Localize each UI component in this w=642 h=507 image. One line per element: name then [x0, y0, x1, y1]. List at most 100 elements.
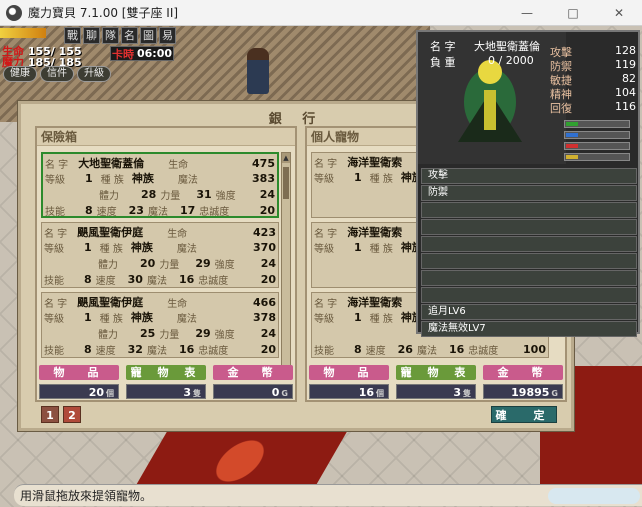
battle-icon[interactable]: 戰 — [64, 27, 81, 44]
skill-value: 8 — [84, 272, 92, 286]
str-label: 力量 — [159, 329, 180, 341]
name-label: 名 字 — [45, 159, 69, 171]
safe-pet-card[interactable]: 名 字颶風聖衛伊庭 生命 423 等級 1 種 族神族 魔法 370 體力 20 力量 29 強度 2… — [41, 222, 279, 288]
trade-icon[interactable]: 易 — [159, 27, 176, 44]
team-icon[interactable]: 隊 — [102, 27, 119, 44]
race-value: 神族 — [130, 311, 153, 324]
loyal-value: 20 — [259, 203, 275, 217]
gold-amount-value: 0 — [271, 386, 280, 399]
race-label: 種 族 — [99, 313, 123, 325]
page-2-button[interactable]: 2 — [63, 406, 81, 423]
items-tab[interactable]: 物 品 — [309, 365, 389, 380]
mp-value: 383 — [252, 171, 275, 185]
scroll-up-icon[interactable]: ▲ — [282, 153, 290, 163]
pet-name: 颶風聖衛伊庭 — [77, 296, 144, 309]
detail-weight: 0 / 2000 — [488, 54, 534, 67]
title-bar: 魔力寶貝 7.1.00 [雙子座 II] — □ ✕ — [0, 0, 642, 26]
gold-tab[interactable]: 金 幣 — [213, 365, 293, 380]
level-value: 1 — [354, 170, 362, 184]
pet-name: 大地聖衛蓋倫 — [78, 157, 145, 170]
chat-icon[interactable]: 聊 — [83, 27, 100, 44]
wind-bar — [564, 153, 630, 161]
items-tab[interactable]: 物 品 — [39, 365, 119, 380]
mag-value: 16 — [178, 272, 195, 286]
skill-slot[interactable] — [421, 219, 637, 235]
card-icon[interactable]: 名 — [121, 27, 138, 44]
stat-name: 精神 — [550, 88, 572, 101]
spd-value: 30 — [127, 272, 143, 286]
stat-name: 攻擊 — [550, 46, 572, 59]
name-label: 名 字 — [314, 228, 338, 240]
name-label: 名 字 — [314, 158, 338, 170]
skill-slot[interactable] — [421, 253, 637, 269]
skill-slot[interactable] — [421, 202, 637, 218]
loyal-value: 100 — [523, 342, 546, 356]
mp-value: 370 — [253, 240, 276, 254]
pet-detail-panel: 名 字 大地聖衛蓋倫 負 重 0 / 2000 攻擊 128 防禦 119 敏捷 82… — [416, 30, 640, 337]
fire-bar — [564, 142, 630, 150]
spd-label: 速度 — [96, 206, 117, 218]
pet-name: 海洋聖衛索 — [347, 226, 403, 239]
tgh-value: 24 — [260, 256, 276, 270]
race-value: 神族 — [131, 172, 154, 185]
hp-value: 423 — [253, 225, 276, 239]
maximize-button[interactable]: □ — [550, 0, 596, 26]
spd-label: 速度 — [365, 345, 386, 357]
npc-figure[interactable] — [247, 48, 269, 94]
str-value: 29 — [195, 326, 211, 340]
items-count: 16 個 — [309, 384, 389, 399]
str-label: 力量 — [160, 190, 181, 202]
stat-recovery: 回復 116 — [550, 100, 636, 115]
tgh-value: 24 — [260, 326, 276, 340]
pets-count-unit: 隻 — [193, 389, 201, 398]
safe-box-header: 保險箱 — [37, 128, 295, 146]
safe-scrollbar[interactable]: ▲ ▼ — [281, 152, 291, 380]
skill-slot[interactable]: 追月LV6 — [421, 304, 637, 320]
loyal-label: 忠誠度 — [468, 345, 499, 357]
skill-slot[interactable]: 攻擊 — [421, 168, 637, 184]
confirm-button[interactable]: 確 定 — [491, 406, 557, 423]
chat-input-oval[interactable] — [548, 488, 640, 504]
skill-value: 8 — [85, 203, 93, 217]
clock-value: 06:00 — [136, 47, 172, 60]
pets-tab[interactable]: 寵 物 表 — [396, 365, 476, 380]
map-icon[interactable]: 圖 — [140, 27, 157, 44]
loyal-value: 20 — [260, 272, 276, 286]
skill-label: 技能 — [44, 275, 64, 287]
race-label: 種 族 — [369, 313, 393, 325]
spd-label: 速度 — [95, 345, 116, 357]
tgh-value: 24 — [259, 187, 275, 201]
mag-value: 16 — [178, 342, 195, 356]
gold-tab[interactable]: 金 幣 — [483, 365, 563, 380]
safe-pet-card[interactable]: 名 字大地聖衛蓋倫 生命 475 等級 1 種 族神族 魔法 383 體力 28 力量 31 強度 2… — [41, 152, 279, 218]
page-1-button[interactable]: 1 — [41, 406, 59, 423]
minimize-button[interactable]: — — [504, 0, 550, 26]
skill-slot[interactable] — [421, 287, 637, 303]
scroll-thumb[interactable] — [283, 167, 289, 199]
mp-label: 魔法 — [177, 174, 198, 186]
clock-label: 卡時 — [111, 47, 134, 61]
gold-amount-unit: G — [551, 389, 558, 398]
vit-label: 體力 — [99, 190, 119, 202]
mail-button[interactable]: 信件 — [40, 66, 74, 82]
skill-slot[interactable]: 魔法無效LV7 — [421, 321, 637, 337]
pets-count: 3隻 — [396, 384, 476, 399]
loyal-label: 忠誠度 — [199, 206, 230, 218]
skill-slot[interactable] — [421, 236, 637, 252]
health-button[interactable]: 健康 — [3, 66, 37, 82]
skill-value: 8 — [354, 342, 362, 356]
stat-spirit: 精神 104 — [550, 86, 636, 101]
pet-name: 海洋聖衛索 — [347, 156, 403, 169]
skill-slot[interactable] — [421, 270, 637, 286]
pets-tab[interactable]: 寵 物 表 — [126, 365, 206, 380]
pet-name: 海洋聖衛索 — [347, 296, 403, 309]
stat-value: 82 — [622, 72, 636, 85]
pets-count-unit: 隻 — [463, 389, 471, 398]
close-button[interactable]: ✕ — [596, 0, 642, 26]
stat-value: 128 — [615, 44, 636, 57]
skill-slot[interactable]: 防禦 — [421, 185, 637, 201]
levelup-button[interactable]: 升級 — [77, 66, 111, 82]
str-value: 31 — [196, 187, 212, 201]
safe-pet-card[interactable]: 名 字颶風聖衛伊庭 生命 466 等級 1 種 族神族 魔法 378 體力 25 力量 29 強度 2… — [41, 292, 279, 358]
hp-label: 生命 — [167, 298, 188, 310]
